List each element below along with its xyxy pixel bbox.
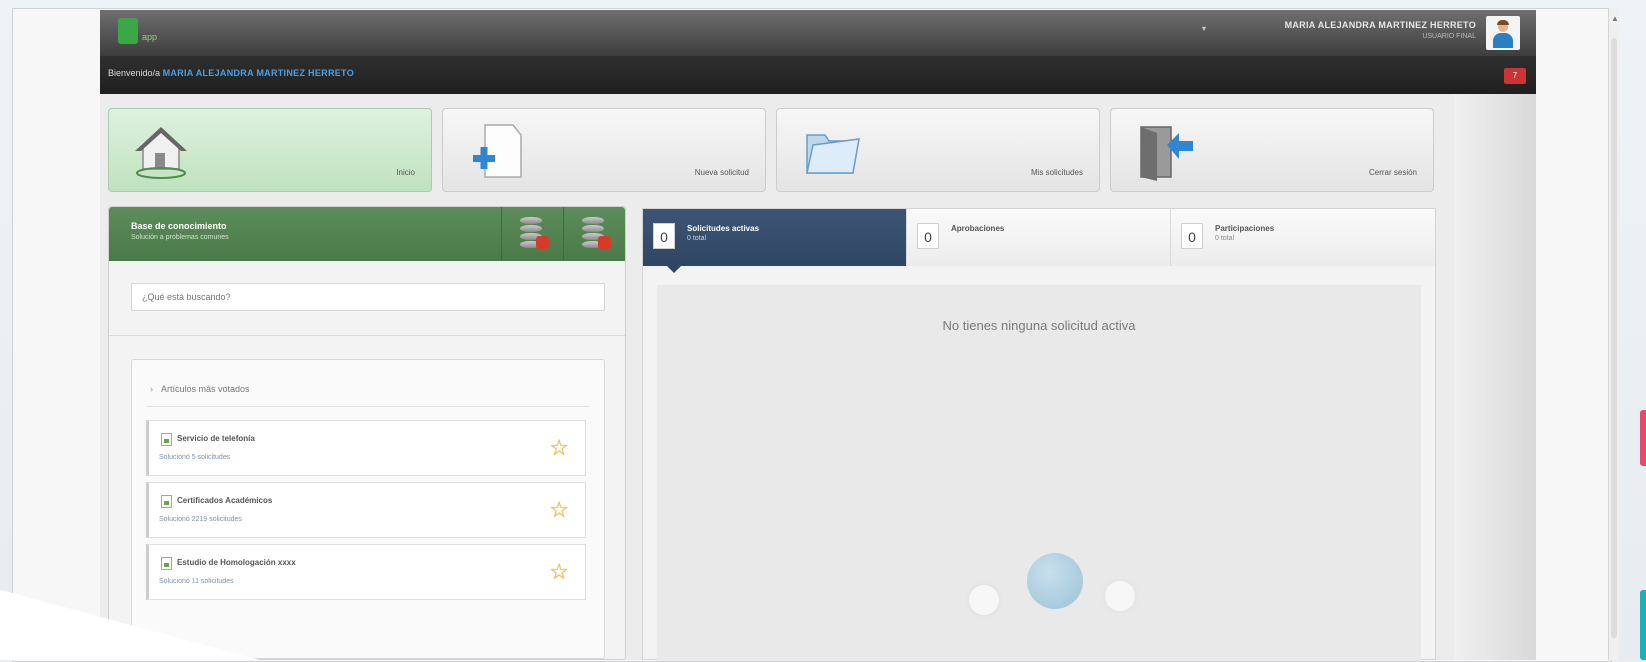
article-title: Certificados Académicos [177, 496, 273, 505]
user-menu[interactable]: MARIA ALEJANDRA MARTINEZ HERRETO USUARIO… [1285, 20, 1476, 40]
avatar[interactable] [1486, 16, 1520, 50]
document-icon [161, 557, 172, 570]
top-articles-header[interactable]: › Artículos más votados [150, 384, 250, 394]
avatar-body [1493, 33, 1513, 48]
requests-body: No tienes ninguna solicitud activa [657, 285, 1421, 661]
article-subtitle: Solucionó 2219 solicitudes [159, 516, 242, 523]
tile-cerrar-sesion[interactable]: Cerrar sesión [1110, 108, 1434, 192]
tile-label: Inicio [396, 168, 415, 177]
welcome-bar: Bienvenido/a MARIA ALEJANDRA MARTINEZ HE… [100, 56, 1536, 94]
article-item[interactable]: Servicio de telefonía Solucionó 5 solici… [146, 420, 586, 476]
app-logo[interactable]: app [118, 18, 157, 44]
search-input[interactable] [131, 283, 605, 311]
knowledge-base-panel: Base de conocimiento Solución a problema… [108, 206, 626, 660]
side-accent-teal [1640, 590, 1646, 660]
tab-count: 0 [1181, 223, 1203, 249]
knowledge-base-header: Base de conocimiento Solución a problema… [109, 207, 625, 261]
avatar-hair [1497, 20, 1509, 25]
top-articles-panel: › Artículos más votados Servicio de telef… [131, 359, 605, 659]
database-icon [520, 217, 549, 249]
folder-icon [806, 134, 860, 174]
logout-icon [1140, 126, 1193, 181]
scrollbar-thumb[interactable] [1611, 38, 1617, 638]
tile-label: Mis solicitudes [1030, 168, 1083, 177]
tab-count: 0 [917, 223, 939, 249]
tab-solicitudes-activas[interactable]: 0 Solicitudes activas 0 total [643, 209, 907, 273]
database-remove-button[interactable] [501, 207, 564, 261]
scroll-up-icon[interactable]: ▲ [1611, 14, 1619, 23]
document-icon [161, 495, 172, 508]
database-search-button[interactable] [563, 207, 626, 261]
logo-text: app [142, 32, 158, 42]
right-gutter [1454, 94, 1536, 660]
empty-state-illustration [1027, 553, 1083, 609]
vertical-scrollbar[interactable]: ▲ [1608, 8, 1619, 660]
tab-title: Participaciones [1215, 224, 1275, 233]
tile-nueva-solicitud[interactable]: Nueva solicitud [442, 108, 766, 192]
illustration-bubble [1043, 521, 1069, 537]
star-icon[interactable]: ☆ [549, 435, 569, 461]
tab-count: 0 [653, 223, 675, 249]
new-document-icon [473, 124, 522, 178]
side-accent-red [1640, 410, 1646, 466]
divider [146, 406, 590, 407]
divider [109, 335, 625, 336]
home-icon [135, 127, 187, 179]
tile-label: Nueva solicitud [694, 168, 749, 177]
notification-badge[interactable]: 7 [1504, 68, 1526, 84]
requests-panel: 0 Solicitudes activas 0 total 0 Aprobaci… [642, 208, 1436, 661]
expand-caret-icon: › [150, 384, 153, 394]
user-name: MARIA ALEJANDRA MARTINEZ HERRETO [1284, 20, 1476, 30]
article-item[interactable]: Certificados Académicos Solucionó 2219 s… [146, 482, 586, 538]
document-icon [161, 433, 172, 446]
top-articles-title: Artículos más votados [161, 384, 250, 394]
article-subtitle: Solucionó 11 solicitudes [159, 578, 234, 585]
desktop-background: ▲ app ▾ MARIA ALEJANDRA MARTINEZ HERRETO… [0, 0, 1646, 662]
knowledge-base-title: Base de conocimiento [131, 221, 227, 231]
tile-inicio[interactable]: Inicio [108, 108, 432, 192]
welcome-text: Bienvenido/a MARIA ALEJANDRA MARTINEZ HE… [108, 68, 354, 78]
tile-label: Cerrar sesión [1368, 168, 1417, 177]
article-item[interactable]: Estudio de Homologación xxxx Solucionó 1… [146, 544, 586, 600]
tab-subtitle: 0 total [687, 235, 707, 242]
star-icon[interactable]: ☆ [549, 559, 569, 585]
illustration-bubble [1105, 581, 1135, 611]
active-tab-pointer [667, 266, 681, 273]
top-bar: app ▾ MARIA ALEJANDRA MARTINEZ HERRETO U… [100, 10, 1536, 56]
article-title: Servicio de telefonía [177, 434, 255, 443]
illustration-bubble [969, 585, 999, 615]
tab-subtitle: 0 total [1215, 235, 1235, 242]
logo-mark [118, 18, 138, 44]
tab-title: Solicitudes activas [687, 224, 760, 233]
tab-participaciones[interactable]: 0 Participaciones 0 total [1171, 209, 1435, 266]
article-subtitle: Solucionó 5 solicitudes [159, 454, 231, 461]
article-title: Estudio de Homologación xxxx [177, 558, 296, 567]
knowledge-base-subtitle: Solución a problemas comunes [131, 234, 229, 241]
welcome-username[interactable]: MARIA ALEJANDRA MARTINEZ HERRETO [163, 68, 354, 78]
user-menu-caret-icon[interactable]: ▾ [1202, 24, 1206, 33]
user-role: USUARIO FINAL [1422, 33, 1476, 40]
tab-title: Aprobaciones [951, 224, 1005, 233]
tab-aprobaciones[interactable]: 0 Aprobaciones [907, 209, 1171, 266]
welcome-prefix: Bienvenido/a [108, 68, 161, 78]
database-search-icon [582, 217, 611, 249]
star-icon[interactable]: ☆ [549, 497, 569, 523]
tile-mis-solicitudes[interactable]: Mis solicitudes [776, 108, 1100, 192]
empty-state-message: No tienes ninguna solicitud activa [942, 318, 1136, 333]
